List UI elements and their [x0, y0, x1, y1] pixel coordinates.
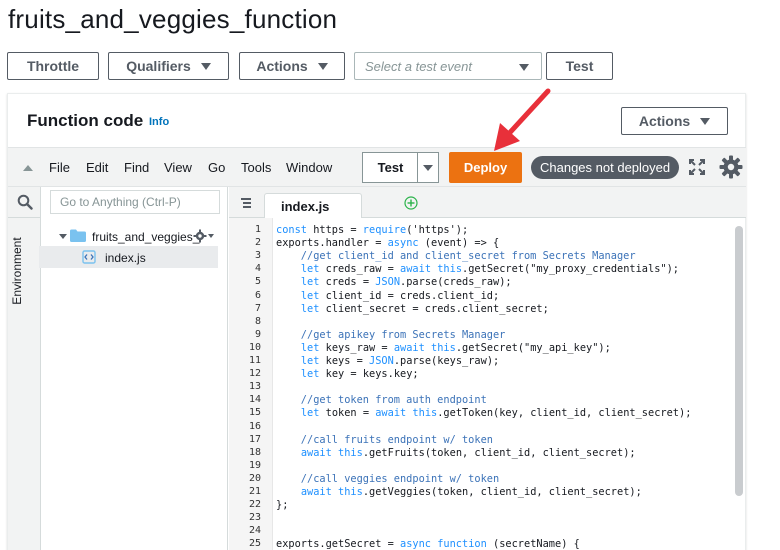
line-number: 13 — [248, 381, 261, 393]
code-line: await this.getVeggies(token, client_id, … — [300, 486, 642, 498]
gear-icon[interactable] — [719, 155, 743, 179]
caret-down-icon — [200, 62, 211, 70]
code-line: //call fruits endpoint w/ token — [276, 433, 493, 446]
menu-view[interactable]: View — [164, 160, 192, 175]
environment-tab[interactable]: Environment — [2, 236, 32, 306]
actions-button[interactable]: Actions — [239, 52, 345, 80]
line-number: 24 — [248, 525, 261, 537]
code-line: await this.getFruits(token, client_id, c… — [300, 446, 636, 459]
line-number: 18 — [248, 446, 261, 458]
test-button[interactable]: Test — [546, 52, 613, 80]
throttle-button[interactable]: Throttle — [7, 52, 99, 80]
code-line: const https = require('https'); — [276, 224, 469, 236]
red-arrow-annotation — [494, 88, 551, 151]
status-badge: Changes not deployed — [531, 156, 680, 179]
line-number: 2 — [254, 237, 261, 249]
code-line: let creds = JSON.parse(creds_raw); — [300, 276, 512, 289]
tab-list-icon[interactable] — [240, 197, 252, 209]
test-label: Test — [565, 58, 594, 74]
ide-test-dropdown[interactable] — [417, 152, 439, 183]
line-number: 19 — [248, 459, 261, 471]
tab-index-js[interactable]: index.js — [264, 193, 362, 219]
js-file-icon — [82, 250, 96, 264]
line-number: 11 — [248, 355, 261, 366]
line-number: 22 — [248, 499, 261, 511]
menu-find[interactable]: Find — [124, 160, 149, 175]
code-line: //get client_id and client_secret from S… — [276, 250, 636, 263]
collapse-icon[interactable] — [23, 165, 33, 171]
chevron-down-icon[interactable] — [58, 233, 68, 241]
test-event-select[interactable]: Select a test event — [354, 52, 542, 80]
menu-tools[interactable]: Tools — [241, 160, 271, 175]
ide-test-button[interactable]: Test — [362, 152, 418, 183]
line-number: 6 — [254, 289, 261, 301]
search-input[interactable]: Go to Anything (Ctrl-P) — [50, 190, 220, 214]
environment-label: Environment — [10, 237, 24, 305]
line-number: 3 — [254, 250, 261, 262]
deploy-button[interactable]: Deploy — [449, 152, 522, 183]
code-line: let client_id = creds.client_id; — [300, 289, 500, 302]
folder-name[interactable]: fruits_and_veggies_ — [92, 230, 199, 244]
code-line: let key = keys.key; — [300, 368, 419, 381]
code-line: //call veggies endpoint w/ token — [276, 472, 500, 485]
line-number: 1 — [254, 224, 261, 235]
code-line: exports.handler = async (event) => { — [276, 237, 500, 250]
panel-title: Function code — [27, 111, 144, 130]
menu-file[interactable]: File — [49, 160, 70, 175]
code-line: }; — [276, 499, 289, 512]
code-editor[interactable]: const https = require('https'); exports.h… — [276, 218, 736, 550]
line-number: 20 — [248, 472, 261, 484]
caret-down-icon — [519, 64, 529, 71]
code-line: let token = await this.getToken(key, cli… — [300, 407, 692, 420]
actions-label: Actions — [256, 58, 308, 74]
code-line: exports.getSecret = async function (secr… — [276, 538, 580, 550]
caret-down-icon — [317, 62, 328, 70]
test-event-placeholder: Select a test event — [365, 58, 472, 74]
code-line: //get apikey from Secrets Manager — [276, 328, 506, 341]
line-number: 5 — [254, 276, 261, 288]
page-title: fruits_and_veggies_function — [8, 4, 338, 34]
line-number: 8 — [254, 315, 261, 327]
add-tab-icon[interactable] — [404, 196, 418, 210]
folder-icon — [70, 229, 86, 242]
throttle-label: Throttle — [26, 58, 80, 74]
code-line: let client_secret = creds.client_secret; — [300, 302, 549, 315]
function-actions-label: Actions — [638, 113, 691, 129]
line-number: 4 — [254, 263, 261, 275]
file-name[interactable]: index.js — [105, 251, 146, 265]
line-number-gutter: 1 2 3 4 5 6 7 8 9 10 11 12 13 14 15 16 17 18 19 20 21 22 23 24 2… — [229, 218, 273, 550]
editor-scrollbar[interactable] — [735, 226, 743, 496]
side-strip-divider — [8, 187, 41, 218]
folder-settings-icon[interactable] — [193, 229, 215, 243]
line-number: 25 — [248, 538, 261, 550]
line-number: 10 — [248, 341, 261, 353]
line-number: 15 — [248, 407, 261, 419]
code-line: let keys_raw = await this.getSecret("my_… — [300, 341, 611, 354]
caret-down-icon — [423, 165, 433, 171]
code-line: //get token from auth endpoint — [276, 394, 487, 407]
code-line: let creds_raw = await this.getSecret("my… — [300, 263, 680, 276]
line-number: 7 — [254, 302, 261, 314]
line-number: 16 — [248, 420, 261, 432]
line-number: 9 — [254, 328, 261, 340]
line-number: 17 — [248, 433, 261, 445]
menu-window[interactable]: Window — [286, 160, 332, 175]
caret-down-icon — [700, 117, 711, 125]
menu-edit[interactable]: Edit — [86, 160, 108, 175]
menu-go[interactable]: Go — [208, 160, 225, 175]
info-link[interactable]: Info — [149, 116, 169, 128]
qualifiers-button[interactable]: Qualifiers — [108, 52, 229, 80]
code-line: let keys = JSON.parse(keys_raw); — [300, 355, 500, 367]
fullscreen-icon[interactable] — [688, 158, 706, 176]
line-number: 23 — [248, 512, 261, 524]
line-number: 21 — [248, 486, 261, 497]
qualifiers-label: Qualifiers — [126, 58, 191, 74]
line-number: 12 — [248, 368, 261, 380]
function-actions-button[interactable]: Actions — [621, 107, 728, 135]
line-number: 14 — [248, 394, 261, 406]
